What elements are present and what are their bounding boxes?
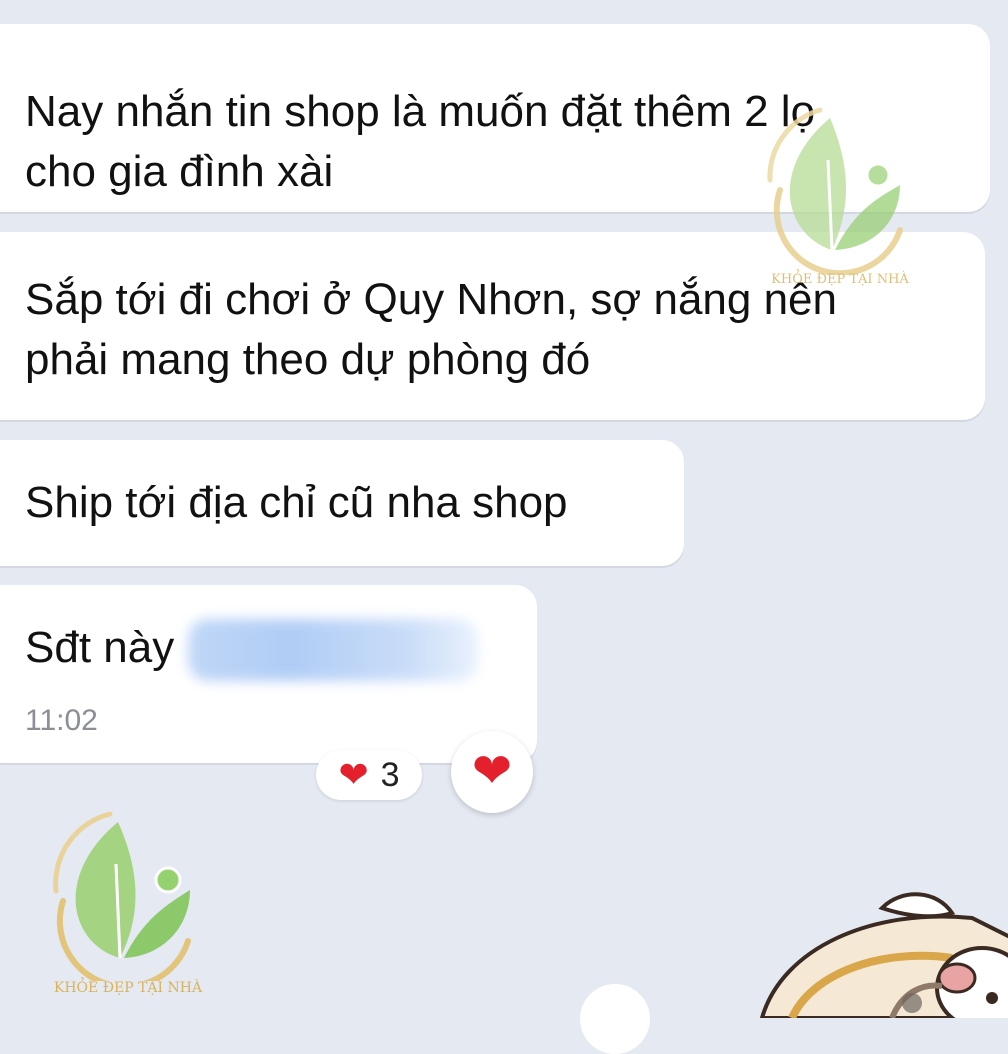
message-timestamp: 11:02 [25,704,98,737]
message-text: Ship tới địa chỉ cũ nha shop [25,478,568,527]
heart-icon: ❤ [338,754,369,795]
message-bubble-4[interactable]: Sđt này 11:02 [0,585,537,763]
heart-icon: ❤ [471,745,513,798]
watermark-logo-top: KHỎE ĐẸP TẠI NHÀ [760,100,920,290]
reaction-count-pill[interactable]: ❤ 3 [316,750,422,800]
blurred-phone-number [188,619,479,682]
scroll-bubble[interactable] [580,984,650,1054]
message-text: Sđt này [0,585,537,682]
react-heart-button[interactable]: ❤ [451,731,533,813]
reaction-count: 3 [380,755,400,794]
message-line: Sđt này [25,623,175,672]
watermark-brand: KHỎE ĐẸP TẠI NHÀ [771,272,909,287]
watermark-logo-bottom: KHỎE ĐẸP TẠI NHÀ [48,806,208,1006]
sticker-icon[interactable] [752,878,1008,1018]
leaf-logo-icon [53,811,191,990]
message-bubble-3[interactable]: Ship tới địa chỉ cũ nha shop [0,440,684,566]
watermark-brand: KHỎE ĐẸP TẠI NHÀ [53,980,203,996]
message-line: phải mang theo dự phòng đó [25,335,591,384]
sticker-illustration [759,892,1008,1018]
leaf-logo-icon [767,107,903,277]
